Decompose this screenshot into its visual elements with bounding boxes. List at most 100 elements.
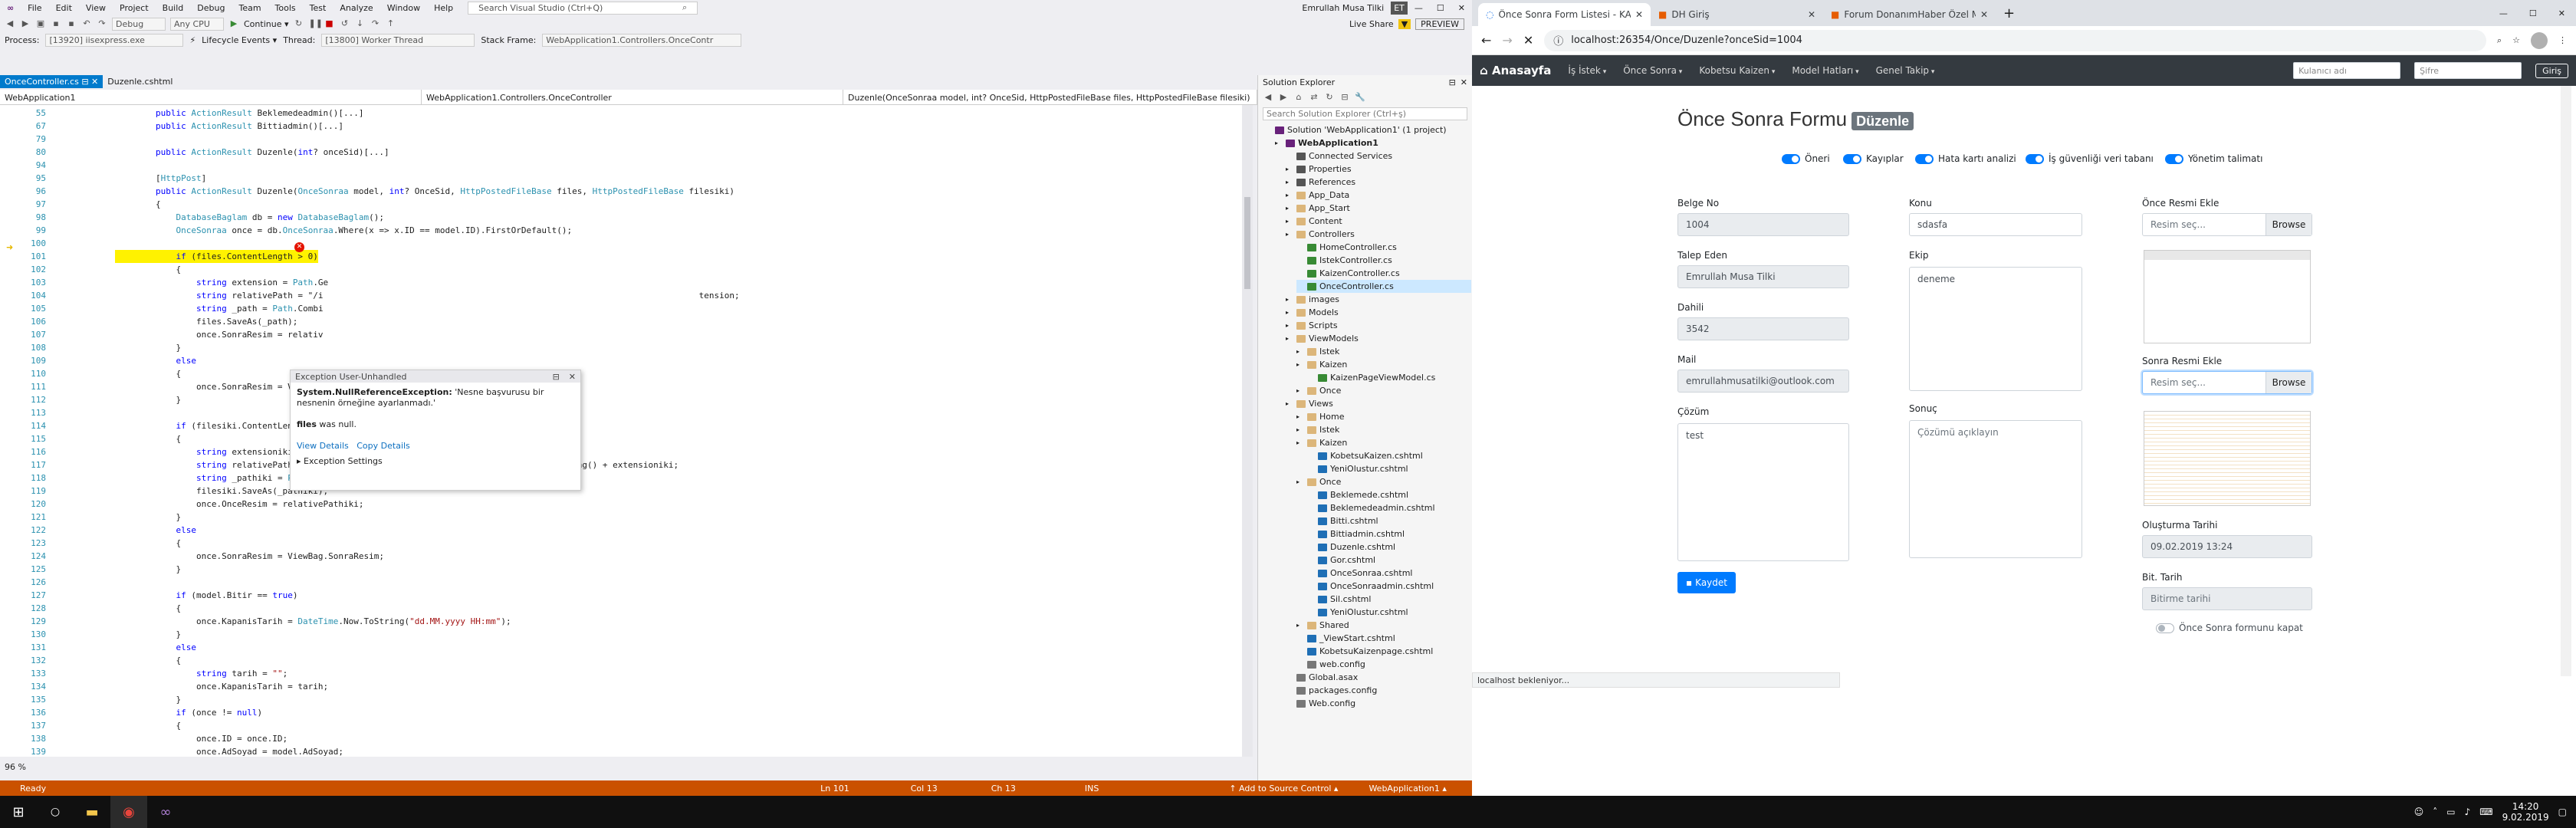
code-line[interactable]: 132 { (0, 654, 1248, 667)
tree-item[interactable]: Beklemedeadmin.cshtml (1307, 501, 1471, 514)
expand-arrow-icon[interactable]: ▸ (1296, 436, 1304, 449)
close-tab-icon[interactable]: ✕ (1980, 9, 1988, 20)
code-line[interactable]: 101 if (files.ContentLength > 0) (0, 250, 1248, 263)
menu-analyze[interactable]: Analyze (333, 3, 380, 13)
expand-arrow-icon[interactable]: ▸ (1286, 332, 1293, 345)
code-line[interactable]: 107 once.SonraResim = relativ (0, 328, 1248, 341)
nav-model-hatlari[interactable]: Model Hatları (1792, 65, 1858, 76)
switch-icon[interactable] (2165, 153, 2183, 164)
code-line[interactable]: 128 { (0, 602, 1248, 615)
info-icon[interactable]: ⓘ (1553, 33, 1563, 48)
tree-item[interactable]: ▸ Istek (1296, 345, 1471, 358)
tree-item[interactable]: ▸ Once (1296, 475, 1471, 488)
expand-arrow-icon[interactable]: ▸ (1286, 293, 1293, 306)
code-line[interactable]: 103 string extension = Path.Ge (0, 276, 1248, 289)
bookmark-star-icon[interactable]: ☆ (2512, 35, 2520, 45)
code-line[interactable]: 122 else (0, 524, 1248, 537)
refresh-icon[interactable]: ↻ (293, 18, 304, 29)
pin-icon[interactable]: ⊟ (553, 372, 560, 382)
toggle-kayiplar[interactable]: Kayıplar (1843, 153, 1904, 164)
tree-item[interactable]: Bittiadmin.cshtml (1307, 527, 1471, 540)
live-share-button[interactable]: Live Share (1349, 19, 1394, 29)
login-button[interactable]: Giriş (2535, 63, 2568, 78)
tree-item[interactable]: ▸ Scripts (1286, 319, 1471, 332)
code-line[interactable]: 119 filesiki.SaveAs(_pathiki); (0, 485, 1248, 498)
expand-arrow-icon[interactable]: ▸ (1286, 306, 1293, 319)
browser-tab-forum[interactable]: ■ Forum DonanımHaber Özel Mes ✕ (1823, 3, 1996, 26)
tree-item[interactable]: IstekController.cs (1296, 254, 1471, 267)
nav-is-istek[interactable]: İş İstek (1568, 65, 1606, 76)
nav-once-sonra[interactable]: Önce Sonra (1623, 65, 1682, 76)
tree-item[interactable]: ▸ Controllers (1286, 228, 1471, 241)
code-line[interactable]: 134 once.KapanisTarih = tarih; (0, 680, 1248, 693)
close-icon[interactable]: ✕ (1451, 3, 1472, 13)
tree-item[interactable]: ▸ Once (1296, 384, 1471, 397)
code-line[interactable]: 112 } (0, 393, 1248, 406)
minimize-icon[interactable]: — (2489, 8, 2518, 26)
clock[interactable]: 14:20 9.02.2019 (2502, 801, 2549, 823)
expand-arrow-icon[interactable]: ▸ (1296, 475, 1304, 488)
thread-dropdown[interactable]: [13800] Worker Thread (321, 33, 475, 47)
code-line[interactable]: 105 string _path = Path.Combi (0, 302, 1248, 315)
expand-arrow-icon[interactable]: ▸ (1286, 202, 1293, 215)
toggle-is-guvenligi[interactable]: İş güvenliği veri tabanı (2026, 153, 2154, 164)
tree-item[interactable]: ▸ App_Start (1286, 202, 1471, 215)
once-resim-file-input[interactable]: Resim seç... Browse (2142, 213, 2312, 236)
menu-file[interactable]: File (21, 3, 48, 13)
tree-item[interactable]: ▸ images (1286, 293, 1471, 306)
tree-item[interactable]: Connected Services (1286, 150, 1471, 163)
pause-icon[interactable]: ❚❚ (308, 18, 322, 29)
status-project[interactable]: WebApplication1 ▴ (1368, 784, 1446, 794)
back-icon[interactable]: ◀ (1263, 92, 1273, 103)
menu-debug[interactable]: Debug (190, 3, 232, 13)
password-input[interactable]: Şifre (2414, 62, 2522, 79)
ekip-textarea[interactable]: deneme (1909, 267, 2082, 391)
code-line[interactable]: 96 public ActionResult Duzenle(OnceSonra… (0, 185, 1248, 198)
tree-item[interactable]: KobetsuKaizen.cshtml (1307, 449, 1471, 462)
toggle-oneri[interactable]: Öneri (1782, 153, 1830, 164)
toggle-yonetim[interactable]: Yönetim talimatı (2165, 153, 2262, 164)
nav-kobetsu-kaizen[interactable]: Kobetsu Kaizen (1699, 65, 1775, 76)
lifecycle-icon[interactable]: ⚡ (189, 35, 196, 45)
menu-build[interactable]: Build (156, 3, 191, 13)
minimize-icon[interactable]: — (1408, 3, 1430, 13)
code-line[interactable]: 124 once.SonraResim = ViewBag.SonraResim… (0, 550, 1248, 563)
maximize-icon[interactable]: ☐ (2518, 8, 2548, 26)
code-line[interactable]: 80 public ActionResult Duzenle(int? once… (0, 146, 1248, 159)
code-line[interactable]: 136 if (once != null) (0, 706, 1248, 719)
tree-item[interactable]: OnceSonraa.cshtml (1307, 567, 1471, 580)
forward-icon[interactable]: ▶ (1278, 92, 1289, 103)
code-line[interactable]: 113 (0, 406, 1248, 419)
tree-item[interactable]: ▸ Views (1286, 397, 1471, 410)
code-line[interactable]: 129 once.KapanisTarih = DateTime.Now.ToS… (0, 615, 1248, 628)
people-icon[interactable]: ☺ (2414, 807, 2424, 817)
tree-item[interactable]: Sil.cshtml (1307, 593, 1471, 606)
code-line[interactable]: 125 } (0, 563, 1248, 576)
expand-arrow-icon[interactable]: ▸ (1296, 384, 1304, 397)
redo-icon[interactable]: ↷ (97, 18, 107, 29)
copy-details-link[interactable]: Copy Details (356, 441, 410, 451)
address-bar[interactable]: ⓘ localhost:26354/Once/Duzenle?onceSid=1… (1544, 29, 2486, 51)
tab-duzenle-cshtml[interactable]: Duzenle.cshtml (103, 75, 177, 88)
expand-arrow-icon[interactable]: ▸ (1296, 619, 1304, 632)
solution-search-input[interactable]: Search Solution Explorer (Ctrl+ş) (1263, 107, 1467, 120)
tree-item[interactable]: KaizenPageViewModel.cs (1307, 371, 1471, 384)
menu-window[interactable]: Window (380, 3, 427, 13)
tree-item[interactable]: OnceSonraadmin.cshtml (1307, 580, 1471, 593)
pin-icon[interactable]: ⊟ (81, 77, 88, 87)
close-icon[interactable]: ✕ (2548, 8, 2576, 26)
code-line[interactable]: 133 string tarih = ""; (0, 667, 1248, 680)
member-dropdown[interactable]: Duzenle(OnceSonraa model, int? OnceSid, … (843, 90, 1257, 105)
code-line[interactable]: 109 else (0, 354, 1248, 367)
tree-item[interactable]: ▸ References (1286, 176, 1471, 189)
tree-item[interactable]: Solution 'WebApplication1' (1 project) (1264, 123, 1471, 136)
expand-arrow-icon[interactable]: ▸ (1286, 215, 1293, 228)
scrollbar-thumb[interactable] (1244, 197, 1250, 289)
brand-home-link[interactable]: ⌂ Anasayfa (1480, 64, 1551, 77)
continue-button[interactable]: Continue ▾ (244, 19, 288, 29)
browser-tab-dh-giris[interactable]: ■ DH Giriş ✕ (1651, 3, 1823, 26)
stop-icon[interactable]: ■ (324, 18, 334, 29)
toggle-formu-kapat[interactable]: Önce Sonra formunu kapat (2156, 623, 2303, 633)
code-line[interactable]: 114 if (filesiki.ContentLength > 0) (0, 419, 1248, 432)
class-dropdown[interactable]: WebApplication1.Controllers.OnceControll… (422, 90, 843, 105)
